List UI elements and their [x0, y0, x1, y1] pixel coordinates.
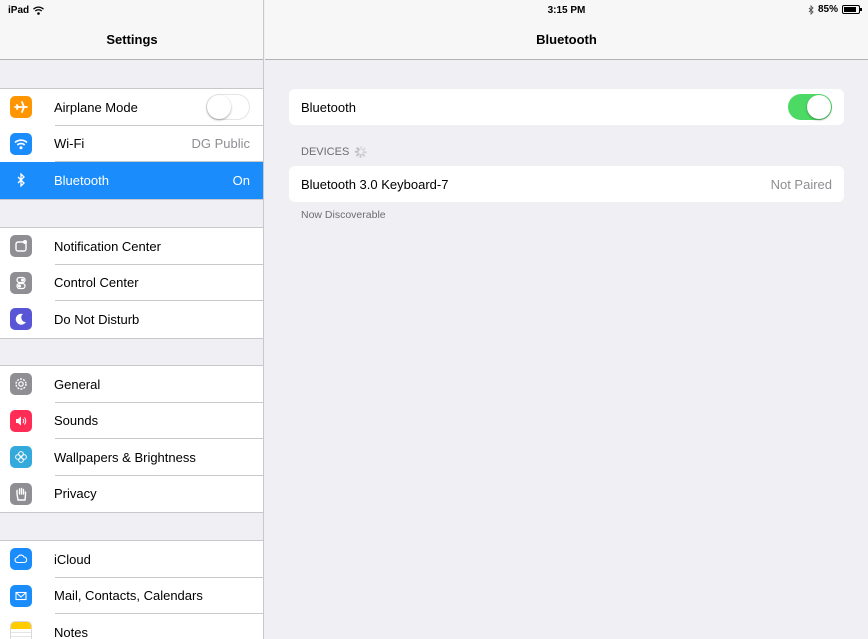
notification-center-icon	[10, 235, 32, 258]
device-name: Bluetooth 3.0 Keyboard-7	[301, 176, 449, 192]
airplane-icon	[10, 96, 32, 119]
toggle-knob	[807, 95, 831, 119]
detail-title: Bluetooth	[265, 20, 868, 60]
spinner-tick	[361, 152, 366, 157]
device-name: iPad	[8, 4, 30, 16]
settings-group-accounts: iCloud Mail, Contacts, Calendars Notes	[0, 540, 263, 639]
flower-icon	[10, 446, 32, 469]
bluetooth-icon	[10, 169, 32, 192]
sidebar-item-sounds[interactable]: Sounds	[0, 402, 263, 439]
battery-icon	[842, 5, 862, 14]
battery-percent: 85%	[817, 4, 838, 15]
loading-spinner-icon	[355, 146, 368, 158]
sidebar-item-wifi[interactable]: Wi-Fi DG Public	[0, 125, 263, 162]
spinner-tick	[363, 151, 368, 153]
sidebar-item-label: Sounds	[54, 413, 99, 429]
sidebar-item-bluetooth[interactable]: Bluetooth On	[0, 162, 263, 199]
sidebar-title: Settings	[0, 20, 263, 60]
sidebar-item-airplane-mode[interactable]: Airplane Mode	[0, 89, 263, 126]
hand-icon	[10, 482, 32, 505]
settings-group-general: General Sounds Wallpapers & Brightness P…	[0, 365, 263, 513]
sidebar-item-label: Bluetooth	[54, 172, 109, 188]
notes-icon	[10, 621, 32, 639]
sidebar-item-wallpapers-brightness[interactable]: Wallpapers & Brightness	[0, 439, 263, 476]
mail-icon	[10, 584, 32, 607]
status-time: 3:15 PM	[547, 5, 586, 16]
bluetooth-detail-pane: 3:15 PM 85% Bluetooth Bluetooth DEVICES …	[265, 0, 868, 639]
wifi-icon	[10, 132, 32, 155]
sidebar-item-label: Wallpapers & Brightness	[54, 449, 196, 465]
settings-group-connectivity: Airplane Mode Wi-Fi DG Public Bluetooth …	[0, 88, 263, 200]
sidebar-item-label: Notes	[54, 624, 88, 639]
sidebar-item-label: Mail, Contacts, Calendars	[54, 588, 203, 604]
sidebar-item-control-center[interactable]: Control Center	[0, 264, 263, 301]
bluetooth-status-value: On	[232, 172, 250, 188]
wifi-network-value: DG Public	[191, 136, 250, 152]
sidebar-item-privacy[interactable]: Privacy	[0, 475, 263, 512]
discoverable-footer: Now Discoverable	[301, 209, 386, 221]
device-row[interactable]: Bluetooth 3.0 Keyboard-7 Not Paired	[289, 166, 844, 202]
sidebar-item-label: Wi-Fi	[54, 136, 85, 152]
sidebar-item-notification-center[interactable]: Notification Center	[0, 228, 263, 265]
settings-group-notifications: Notification Center Control Center Do No…	[0, 227, 263, 339]
sidebar-item-label: Privacy	[54, 486, 97, 502]
sidebar-item-general[interactable]: General	[0, 366, 263, 403]
sidebar-item-label: General	[54, 376, 101, 392]
devices-section-header: DEVICES	[301, 146, 368, 158]
bluetooth-row-label: Bluetooth	[301, 99, 356, 115]
airplane-mode-toggle[interactable]	[206, 94, 250, 120]
bluetooth-status-icon	[808, 4, 814, 15]
sidebar-item-label: iCloud	[54, 551, 91, 567]
cloud-icon	[10, 548, 32, 571]
sidebar-item-mail-contacts-calendars[interactable]: Mail, Contacts, Calendars	[0, 577, 263, 614]
sidebar-item-label: Control Center	[54, 275, 139, 291]
sidebar-item-icloud[interactable]: iCloud	[0, 541, 263, 578]
status-bar-right: 3:15 PM 85%	[265, 0, 868, 20]
wifi-signal-icon	[33, 5, 45, 15]
sidebar-item-notes[interactable]: Notes	[0, 614, 263, 639]
toggle-knob	[207, 95, 231, 119]
bluetooth-toggle-row: Bluetooth	[289, 89, 844, 125]
device-pairing-status: Not Paired	[770, 176, 832, 192]
speaker-icon	[10, 409, 32, 432]
bluetooth-toggle[interactable]	[788, 94, 832, 120]
status-bar-left: iPad	[0, 0, 263, 20]
sidebar-item-label: Airplane Mode	[54, 99, 138, 115]
sidebar-item-label: Do Not Disturb	[54, 311, 140, 327]
moon-icon	[10, 308, 32, 331]
control-center-icon	[10, 271, 32, 294]
sidebar-item-label: Notification Center	[54, 238, 161, 254]
settings-sidebar: iPad Settings Airplane Mode Wi-Fi DG Pub…	[0, 0, 264, 639]
sidebar-item-do-not-disturb[interactable]: Do Not Disturb	[0, 301, 263, 338]
gear-icon	[10, 373, 32, 396]
devices-header-label: DEVICES	[301, 146, 350, 158]
battery-indicator: 85%	[808, 4, 862, 15]
